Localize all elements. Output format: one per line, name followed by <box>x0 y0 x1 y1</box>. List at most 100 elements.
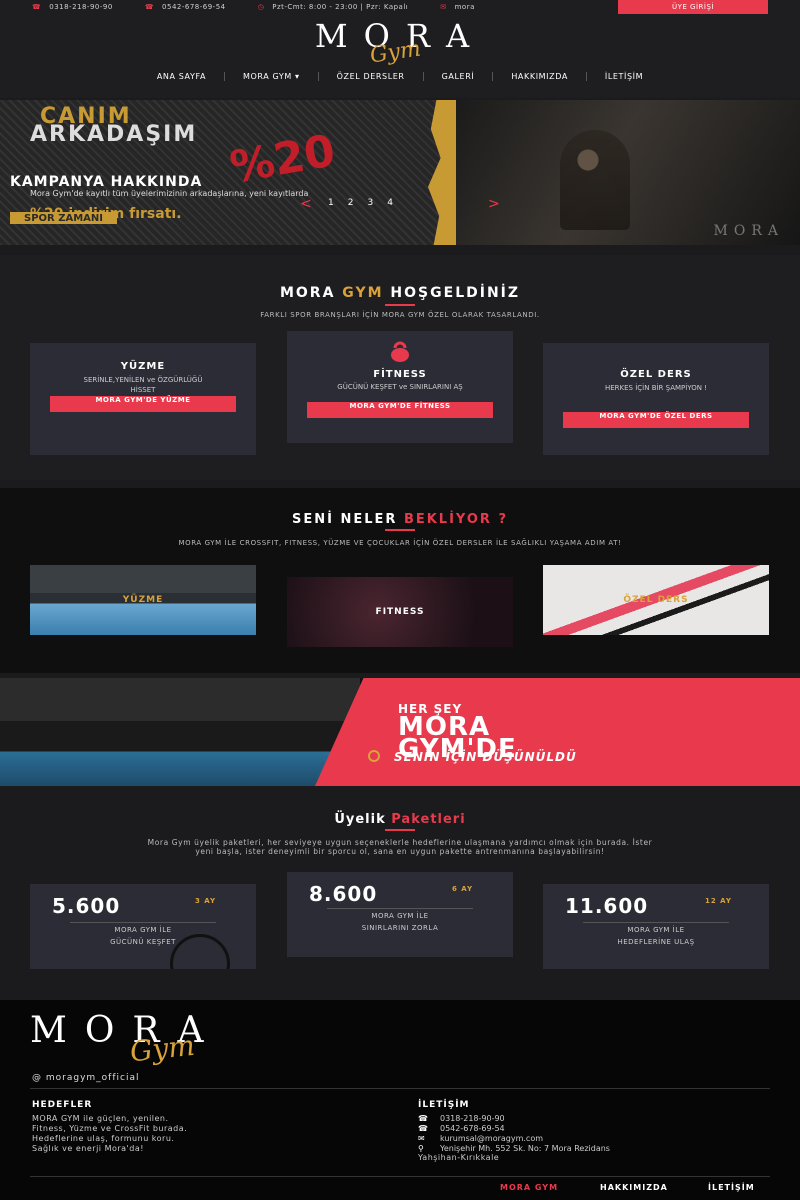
photo-fitness[interactable]: FITNESS <box>287 577 513 647</box>
card-title: ÖZEL DERS <box>620 369 692 380</box>
card-private-lesson: ÖZEL DERS HERKES İÇİN BİR ŞAMPİYON ! MOR… <box>543 343 769 455</box>
contact-address-text: Yenişehir Mh. 552 Sk. No: 7 Mora Rezidan… <box>440 1144 610 1153</box>
pricing-title-a: Üyelik <box>334 812 392 827</box>
card-title: YÜZME <box>120 361 166 372</box>
nav-gallery[interactable]: GALERİ <box>424 71 494 81</box>
plan-3-months[interactable]: 5.600 3 AY MORA GYM İLE GÜCÜNÜ KEŞFET <box>30 884 256 969</box>
clock-icon: ◷ <box>257 3 265 11</box>
welcome-subtitle: FARKLI SPOR BRANŞLARI İÇİN MORA GYM ÖZEL… <box>260 311 540 319</box>
card-title: FİTNESS <box>373 369 427 380</box>
main-nav: ANA SAYFA MORA GYM ▾ ÖZEL DERSLER GALERİ… <box>0 66 800 86</box>
slider-next-icon[interactable]: > <box>488 196 500 212</box>
card-button[interactable]: MORA GYM'DE YÜZME <box>50 396 236 412</box>
plan-line1: MORA GYM İLE <box>627 926 685 934</box>
hours-text: Pzt-Cmt: 8:00 - 23:00 | Pzr: Kapalı <box>272 3 409 11</box>
welcome-section: MORA GYM HOŞGELDİNİZ FARKLI SPOR BRANŞLA… <box>0 255 800 480</box>
contact-address-line2: Yahşihan-Kırıkkale <box>418 1153 500 1162</box>
topbar-email[interactable]: ✉ mora <box>440 3 475 11</box>
title-underline <box>385 304 415 306</box>
plan-line1: MORA GYM İLE <box>114 926 172 934</box>
contact-email-text: kurumsal@moragym.com <box>440 1134 544 1143</box>
phone-icon: ☎ <box>32 3 42 11</box>
divider <box>327 908 473 909</box>
expect-section: SENİ NELER BEKLİYOR ? MORA GYM İLE CROSS… <box>0 488 800 673</box>
plan-period: 12 AY <box>705 897 732 905</box>
welcome-title-b: GYM <box>342 285 384 301</box>
hero-line2: ARKADAŞIM <box>30 122 198 147</box>
plan-12-months[interactable]: 11.600 12 AY MORA GYM İLE HEDEFLERİNE UL… <box>543 884 769 969</box>
photo-swimming[interactable]: YÜZME <box>30 565 256 635</box>
slider-pager: 1 2 3 4 <box>328 198 393 208</box>
welcome-title: MORA GYM HOŞGELDİNİZ <box>0 285 800 301</box>
pricing-section: Üyelik Paketleri Mora Gym üyelik paketle… <box>0 796 800 996</box>
member-login-button[interactable]: ÜYE GİRİŞİ <box>618 0 768 14</box>
card-desc: SERİNLE,YENİLEN ve ÖZGÜRLÜĞÜ HİSSET <box>83 376 203 394</box>
phone-icon: ☎ <box>418 1124 428 1133</box>
footer-nav-mora-gym[interactable]: MORA GYM <box>500 1183 558 1192</box>
plan-line2: GÜCÜNÜ KEŞFET <box>110 938 176 946</box>
email-text: mora <box>454 3 475 11</box>
phone2-text: 0542-678-69-54 <box>162 3 226 11</box>
topbar-hours: ◷ Pzt-Cmt: 8:00 - 23:00 | Pzr: Kapalı <box>258 3 409 11</box>
plan-price: 8.600 <box>309 882 378 906</box>
red-panel <box>315 678 800 786</box>
goals-text-4: Sağlık ve enerji Mora'da! <box>32 1144 144 1153</box>
slider-page-4[interactable]: 4 <box>387 198 393 208</box>
nav-private-lessons[interactable]: ÖZEL DERSLER <box>319 71 424 81</box>
footer-nav-about[interactable]: HAKKIMIZDA <box>600 1183 668 1192</box>
card-desc: GÜCÜNÜ KEŞFET ve SINIRLARINI AŞ <box>337 383 463 391</box>
plan-period: 6 AY <box>452 885 474 893</box>
plan-price: 11.600 <box>565 894 649 918</box>
promo-banner: HER ŞEY MORA GYM'DE SENİN İÇİN DÜŞÜNÜLDÜ <box>0 678 800 786</box>
plan-line2: SINIRLARINI ZORLA <box>361 924 439 932</box>
footer-nav-contact[interactable]: İLETİŞİM <box>708 1183 755 1192</box>
expect-subtitle: MORA GYM İLE CROSSFIT, FITNESS, YÜZME VE… <box>178 539 622 547</box>
topbar-phone1[interactable]: ☎ 0318-218-90-90 <box>32 3 113 11</box>
nav-home[interactable]: ANA SAYFA <box>139 71 226 81</box>
kettlebell-icon <box>391 341 409 362</box>
footer-logo-text: MORA <box>30 1010 222 1051</box>
instagram-link[interactable]: @ moragym_official <box>32 1073 139 1083</box>
contact-phone2-text: 0542-678-69-54 <box>440 1124 505 1133</box>
ring-decoration-icon <box>368 750 380 762</box>
footer-logo[interactable]: MORA Gym <box>30 1010 370 1070</box>
mail-icon: ✉ <box>418 1134 425 1143</box>
card-desc: HERKES İÇİN BİR ŞAMPİYON ! <box>604 384 708 392</box>
slider-page-2[interactable]: 2 <box>348 198 354 208</box>
card-button[interactable]: MORA GYM'DE FİTNESS <box>307 402 493 418</box>
phone-icon: ☎ <box>418 1114 428 1123</box>
divider <box>70 922 216 923</box>
goals-text-3: Hedeflerine ulaş, formunu koru. <box>32 1134 175 1143</box>
nav-about[interactable]: HAKKIMIZDA <box>493 71 587 81</box>
footer: MORA Gym @ moragym_official HEDEFLER MOR… <box>0 1000 800 1200</box>
contact-title: İLETİŞİM <box>418 1100 470 1110</box>
nav-mora-gym[interactable]: MORA GYM ▾ <box>225 71 319 81</box>
photo-private-lesson[interactable]: ÖZEL DERS <box>543 565 769 635</box>
header: MORA Gym ANA SAYFA MORA GYM ▾ ÖZEL DERSL… <box>0 14 800 98</box>
contact-phone1-text: 0318-218-90-90 <box>440 1114 505 1123</box>
plan-6-months[interactable]: 8.600 6 AY MORA GYM İLE SINIRLARINI ZORL… <box>287 872 513 957</box>
location-pin-icon: ⚲ <box>418 1144 424 1153</box>
slider-prev-icon[interactable]: < <box>300 196 312 212</box>
divider <box>583 922 729 923</box>
pricing-text: Mora Gym üyelik paketleri, her seviyeye … <box>147 838 653 856</box>
topbar-phone2[interactable]: ☎ 0542-678-69-54 <box>145 3 226 11</box>
banner-tag: SENİN İÇİN DÜŞÜNÜLDÜ <box>394 750 577 764</box>
contact-address: ⚲ Yenişehir Mh. 552 Sk. No: 7 Mora Rezida… <box>418 1144 610 1153</box>
mail-icon: ✉ <box>440 3 447 11</box>
contact-email[interactable]: ✉ kurumsal@moragym.com <box>418 1134 543 1143</box>
goals-text-2: Fitness, Yüzme ve CrossFit burada. <box>32 1124 188 1133</box>
nav-contact[interactable]: İLETİŞİM <box>587 72 661 81</box>
footer-bottom-divider <box>30 1176 770 1177</box>
contact-phone2[interactable]: ☎ 0542-678-69-54 <box>418 1124 505 1133</box>
plan-line1: MORA GYM İLE <box>371 912 429 920</box>
expect-title: SENİ NELER BEKLİYOR ? <box>0 512 800 527</box>
site-logo[interactable]: MORA Gym <box>250 20 550 68</box>
plan-price: 5.600 <box>52 894 121 918</box>
card-button[interactable]: MORA GYM'DE ÖZEL DERS <box>563 412 749 428</box>
contact-phone1[interactable]: ☎ 0318-218-90-90 <box>418 1114 505 1123</box>
hero-slider: CANIM ARKADAŞIM %20 KAMPANYA HAKKINDA Mo… <box>0 100 800 245</box>
pricing-title: Üyelik Paketleri <box>0 812 800 827</box>
slider-page-1[interactable]: 1 <box>328 198 334 208</box>
slider-page-3[interactable]: 3 <box>367 198 373 208</box>
